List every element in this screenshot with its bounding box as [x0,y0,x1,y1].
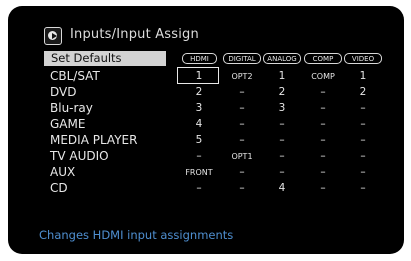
assignment-cell[interactable]: – [181,150,217,162]
row-label[interactable]: CBL/SAT [50,69,100,83]
row-label[interactable]: MEDIA PLAYER [50,133,137,147]
assignment-cell[interactable]: – [224,102,260,114]
assignment-cell[interactable]: 2 [345,86,381,98]
assignment-cell[interactable]: – [305,86,341,98]
assignment-cell[interactable]: – [345,166,381,178]
column-header-hdmi: HDMI [182,53,217,64]
assignment-cell[interactable]: – [305,150,341,162]
assignment-cell[interactable]: OPT2 [224,72,260,81]
column-header-analog: ANALOG [263,53,301,64]
assignment-cell[interactable]: – [345,150,381,162]
assignment-cell[interactable]: 3 [264,102,300,114]
assignment-cell[interactable]: – [264,118,300,130]
assignment-cell[interactable]: – [224,182,260,194]
assignment-cell[interactable]: – [305,182,341,194]
assignment-cell[interactable]: – [305,134,341,146]
row-label[interactable]: CD [50,181,68,195]
assignment-cell[interactable]: – [264,166,300,178]
row-label[interactable]: TV AUDIO [50,149,109,163]
assignment-cell[interactable]: – [264,134,300,146]
assignment-cell[interactable]: – [305,166,341,178]
assignment-cell[interactable]: OPT1 [224,152,260,161]
row-label[interactable]: GAME [50,117,85,131]
help-text: Changes HDMI input assignments [39,228,234,242]
input-source-icon [44,27,62,45]
assignment-cell[interactable]: – [224,118,260,130]
assignment-cell[interactable]: – [305,118,341,130]
assignment-cell[interactable]: 5 [181,134,217,146]
assignment-cell[interactable]: – [345,182,381,194]
assignment-cell[interactable]: – [224,86,260,98]
assignment-cell[interactable]: 1 [181,70,217,82]
row-label[interactable]: AUX [50,165,75,179]
assignment-cell[interactable]: 3 [181,102,217,114]
column-header-comp: COMP [304,53,342,64]
input-assign-screen: Inputs/Input Assign Set Defaults HDMI DI… [8,6,404,254]
assignment-cell[interactable]: FRONT [181,168,217,177]
assignment-cell[interactable]: 4 [264,182,300,194]
column-header-digital: DIGITAL [223,53,261,64]
assignment-cell[interactable]: 4 [181,118,217,130]
column-header-video: VIDEO [344,53,382,64]
assignment-cell[interactable]: – [264,150,300,162]
assignment-cell[interactable]: – [345,118,381,130]
assignment-cell[interactable]: – [305,102,341,114]
assignment-cell[interactable]: – [181,182,217,194]
assignment-cell[interactable]: 1 [345,70,381,82]
page-title: Inputs/Input Assign [70,27,199,42]
row-label[interactable]: DVD [50,85,76,99]
assignment-cell[interactable]: – [224,166,260,178]
assignment-cell[interactable]: COMP [305,72,341,81]
assignment-cell[interactable]: 2 [264,86,300,98]
assignment-cell[interactable]: – [224,134,260,146]
assignment-cell[interactable]: – [345,134,381,146]
assignment-cell[interactable]: – [345,102,381,114]
row-label[interactable]: Blu-ray [50,101,93,115]
assignment-cell[interactable]: 2 [181,86,217,98]
assignment-cell[interactable]: 1 [264,70,300,82]
set-defaults-item[interactable]: Set Defaults [44,51,166,66]
